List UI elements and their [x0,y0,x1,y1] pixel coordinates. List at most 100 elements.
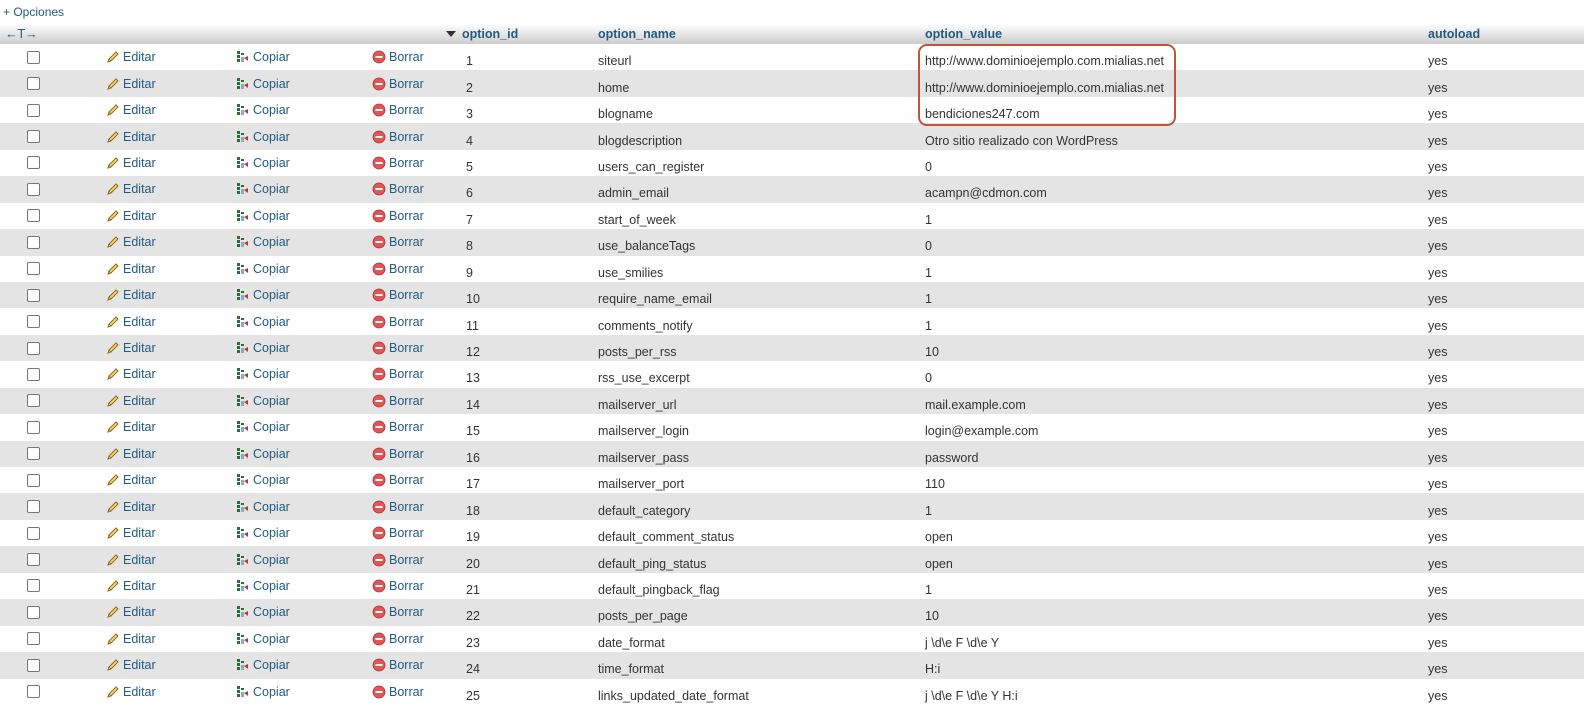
delete-icon[interactable] [372,553,386,567]
delete-icon[interactable] [372,447,386,461]
edit-label[interactable]: Editar [123,341,156,355]
edit-label[interactable]: Editar [123,156,156,170]
copy-icon[interactable] [236,341,250,355]
delete-label[interactable]: Borrar [389,130,424,144]
copy-label[interactable]: Copiar [253,685,290,699]
pencil-icon[interactable] [106,605,120,619]
copy-action[interactable]: Copiar [236,599,290,625]
edit-action[interactable]: Editar [106,282,156,308]
row-select-checkbox[interactable] [27,420,40,434]
pencil-icon[interactable] [106,235,120,249]
pencil-icon[interactable] [106,367,120,381]
delete-action[interactable]: Borrar [372,573,424,599]
delete-label[interactable]: Borrar [389,262,424,276]
edit-label[interactable]: Editar [123,632,156,646]
edit-action[interactable]: Editar [106,123,156,149]
edit-label[interactable]: Editar [123,77,156,91]
pencil-icon[interactable] [106,579,120,593]
row-select-checkbox[interactable] [27,367,40,381]
delete-action[interactable]: Borrar [372,361,424,387]
copy-icon[interactable] [236,103,250,117]
copy-action[interactable]: Copiar [236,150,290,176]
copy-icon[interactable] [236,420,250,434]
pencil-icon[interactable] [106,658,120,672]
edit-label[interactable]: Editar [123,235,156,249]
delete-action[interactable]: Borrar [372,335,424,361]
delete-label[interactable]: Borrar [389,235,424,249]
copy-label[interactable]: Copiar [253,288,290,302]
edit-label[interactable]: Editar [123,315,156,329]
copy-icon[interactable] [236,156,250,170]
copy-icon[interactable] [236,315,250,329]
copy-action[interactable]: Copiar [236,652,290,678]
row-select-checkbox[interactable] [27,605,40,619]
delete-icon[interactable] [372,579,386,593]
copy-label[interactable]: Copiar [253,420,290,434]
row-select-checkbox[interactable] [27,262,40,276]
delete-icon[interactable] [372,50,386,64]
row-select-checkbox[interactable] [27,685,40,699]
delete-icon[interactable] [372,658,386,672]
edit-label[interactable]: Editar [123,367,156,381]
edit-label[interactable]: Editar [123,447,156,461]
edit-action[interactable]: Editar [106,441,156,467]
pencil-icon[interactable] [106,685,120,699]
copy-label[interactable]: Copiar [253,579,290,593]
row-select-checkbox[interactable] [27,209,40,223]
copy-action[interactable]: Copiar [236,44,290,70]
delete-icon[interactable] [372,262,386,276]
edit-action[interactable]: Editar [106,97,156,123]
sort-desc-icon[interactable] [446,31,456,37]
row-select-checkbox[interactable] [27,156,40,170]
copy-action[interactable]: Copiar [236,335,290,361]
edit-label[interactable]: Editar [123,526,156,540]
delete-icon[interactable] [372,394,386,408]
copy-action[interactable]: Copiar [236,176,290,202]
delete-label[interactable]: Borrar [389,658,424,672]
delete-label[interactable]: Borrar [389,50,424,64]
row-select-checkbox[interactable] [27,579,40,593]
copy-icon[interactable] [236,553,250,567]
copy-label[interactable]: Copiar [253,553,290,567]
edit-label[interactable]: Editar [123,500,156,514]
edit-label[interactable]: Editar [123,605,156,619]
edit-action[interactable]: Editar [106,308,156,334]
delete-icon[interactable] [372,77,386,91]
delete-action[interactable]: Borrar [372,150,424,176]
edit-action[interactable]: Editar [106,44,156,70]
delete-icon[interactable] [372,500,386,514]
edit-action[interactable]: Editar [106,229,156,255]
pencil-icon[interactable] [106,156,120,170]
delete-action[interactable]: Borrar [372,256,424,282]
row-select-checkbox[interactable] [27,288,40,302]
copy-action[interactable]: Copiar [236,493,290,519]
copy-icon[interactable] [236,235,250,249]
copy-icon[interactable] [236,367,250,381]
delete-action[interactable]: Borrar [372,441,424,467]
edit-action[interactable]: Editar [106,176,156,202]
copy-action[interactable]: Copiar [236,573,290,599]
delete-label[interactable]: Borrar [389,605,424,619]
copy-action[interactable]: Copiar [236,256,290,282]
delete-label[interactable]: Borrar [389,341,424,355]
delete-icon[interactable] [372,156,386,170]
delete-label[interactable]: Borrar [389,579,424,593]
delete-action[interactable]: Borrar [372,467,424,493]
copy-action[interactable]: Copiar [236,361,290,387]
copy-label[interactable]: Copiar [253,182,290,196]
delete-icon[interactable] [372,341,386,355]
delete-label[interactable]: Borrar [389,103,424,117]
delete-action[interactable]: Borrar [372,123,424,149]
pencil-icon[interactable] [106,77,120,91]
row-select-checkbox[interactable] [27,50,40,64]
row-select-checkbox[interactable] [27,77,40,91]
copy-action[interactable]: Copiar [236,97,290,123]
delete-action[interactable]: Borrar [372,626,424,652]
row-select-checkbox[interactable] [27,130,40,144]
delete-label[interactable]: Borrar [389,473,424,487]
pencil-icon[interactable] [106,553,120,567]
pencil-icon[interactable] [106,130,120,144]
delete-icon[interactable] [372,420,386,434]
edit-label[interactable]: Editar [123,579,156,593]
edit-action[interactable]: Editar [106,626,156,652]
